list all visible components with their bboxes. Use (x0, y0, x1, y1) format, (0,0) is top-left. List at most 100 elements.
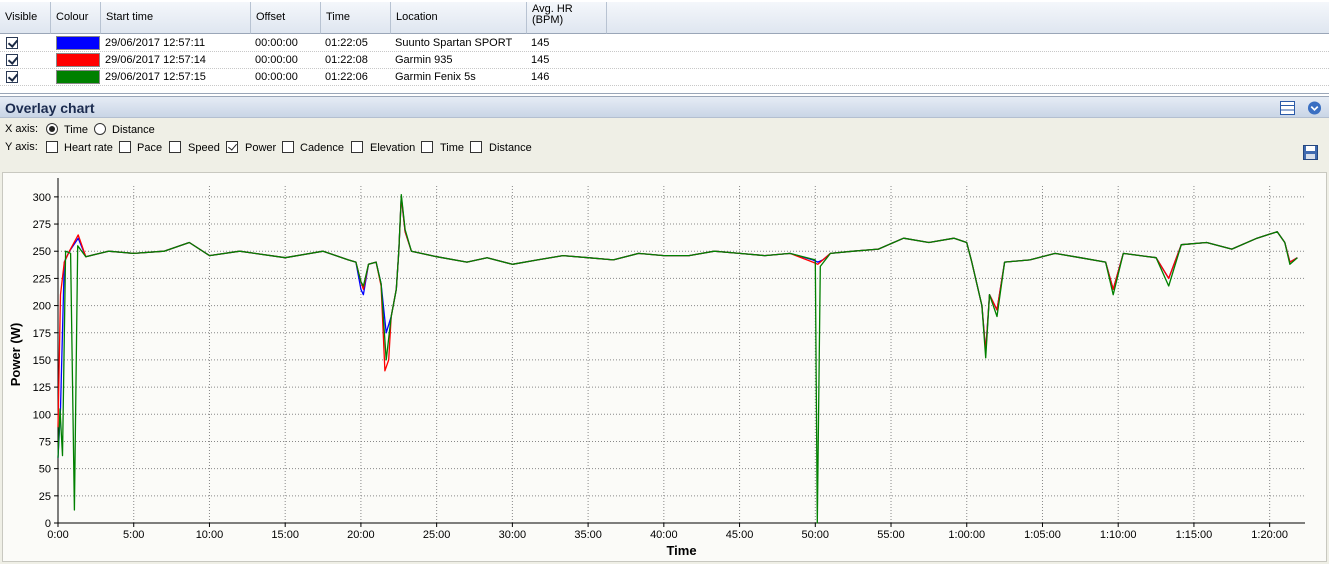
x-tick-label: 30:00 (499, 529, 527, 541)
y-tick-label: 300 (33, 192, 51, 204)
visible-checkbox[interactable] (6, 71, 18, 83)
x-tick-label: 1:20:00 (1251, 529, 1288, 541)
y-heart-rate-checkbox[interactable] (46, 141, 58, 153)
tracks-table: Visible Colour Start time Offset Time Lo… (0, 0, 1329, 94)
y-axis-label: Y axis: (5, 141, 38, 153)
x-tick-label: 55:00 (877, 529, 905, 541)
x-tick-label: 20:00 (347, 529, 375, 541)
offset-cell[interactable]: 00:00:00 (255, 54, 298, 66)
colour-swatch[interactable] (56, 53, 100, 67)
y-elevation-checkbox[interactable] (351, 141, 363, 153)
x-tick-label: 40:00 (650, 529, 678, 541)
offset-cell[interactable]: 00:00:00 (255, 37, 298, 49)
x-axis-time-label[interactable]: Time (64, 124, 88, 136)
x-tick-label: 1:05:00 (1024, 529, 1061, 541)
y-distance-checkbox[interactable] (470, 141, 482, 153)
x-tick-label: 15:00 (271, 529, 299, 541)
offset-cell[interactable]: 00:00:00 (255, 71, 298, 83)
y-power-checkbox[interactable] (226, 141, 238, 153)
overlay-chart[interactable]: 0 25 50 75 100 125 150 175 200 225 250 275 300 0:00 5:… (2, 172, 1327, 562)
y-pace-label[interactable]: Pace (137, 142, 162, 154)
x-tick-label: 1:10:00 (1100, 529, 1137, 541)
y-pace-checkbox[interactable] (119, 141, 131, 153)
start-time-cell: 29/06/2017 12:57:15 (105, 71, 206, 83)
column-header-start-time[interactable]: Start time (101, 2, 251, 34)
table-row[interactable]: 29/06/2017 12:57:14 00:00:00 01:22:08 Garmi… (0, 52, 1329, 69)
time-cell: 01:22:08 (325, 54, 368, 66)
x-tick-label: 25:00 (423, 529, 451, 541)
visible-checkbox[interactable] (6, 37, 18, 49)
table-layout-icon[interactable] (1280, 101, 1295, 115)
x-axis-distance-label[interactable]: Distance (112, 124, 155, 136)
y-speed-label[interactable]: Speed (188, 142, 220, 154)
x-tick-label: 10:00 (196, 529, 224, 541)
x-axis-time-radio[interactable] (46, 123, 58, 135)
x-axis-label: X axis: (5, 123, 39, 135)
header-label: Avg. HR (BPM) (532, 3, 573, 26)
location-cell: Suunto Spartan SPORT (395, 37, 513, 49)
location-cell: Garmin Fenix 5s (395, 71, 476, 83)
series-line-1 (57, 196, 1298, 458)
y-tick-label: 275 (33, 219, 51, 231)
visible-checkbox[interactable] (6, 54, 18, 66)
header-label: Offset (256, 11, 286, 23)
time-cell: 01:22:06 (325, 71, 368, 83)
y-elevation-label[interactable]: Elevation (370, 142, 415, 154)
panel-title-bar: Overlay chart (0, 96, 1329, 118)
column-header-time[interactable]: Time (321, 2, 391, 34)
y-time-label[interactable]: Time (440, 142, 464, 154)
avg-hr-cell: 146 (531, 71, 550, 83)
y-axis-title: Power (W) (8, 323, 23, 387)
column-header-offset[interactable]: Offset (251, 2, 321, 34)
y-time-checkbox[interactable] (421, 141, 433, 153)
y-cadence-checkbox[interactable] (282, 141, 294, 153)
avg-hr-cell: 145 (531, 37, 550, 49)
header-label: Location (396, 11, 438, 23)
table-row[interactable]: 29/06/2017 12:57:15 00:00:00 01:22:06 Garmi… (0, 69, 1329, 86)
overlay-chart-panel: Overlay chart X axis: Time Distance Y ax… (0, 96, 1329, 564)
column-header-visible[interactable]: Visible (0, 2, 51, 34)
header-label: Visible (5, 11, 38, 23)
time-cell: 01:22:05 (325, 37, 368, 49)
y-tick-label: 125 (33, 382, 51, 394)
x-tick-label: 35:00 (574, 529, 602, 541)
header-label: Start time (106, 11, 154, 23)
x-axis-title: Time (666, 543, 696, 558)
x-tick-label: 1:00:00 (948, 529, 985, 541)
save-disk-icon[interactable] (1303, 145, 1318, 160)
panel-title: Overlay chart (5, 100, 95, 116)
collapse-chevron-icon[interactable] (1307, 101, 1322, 115)
column-header-location[interactable]: Location (391, 2, 527, 34)
x-axis-distance-radio[interactable] (94, 123, 106, 135)
y-heart-rate-label[interactable]: Heart rate (64, 142, 113, 154)
avg-hr-cell: 145 (531, 54, 550, 66)
column-header-filler (607, 2, 1329, 34)
series-line-3 (57, 194, 1298, 524)
y-tick-label: 50 (39, 464, 51, 476)
column-header-avg-hr[interactable]: Avg. HR (BPM) (527, 2, 607, 34)
x-tick-label: 0:00 (47, 529, 68, 541)
table-row[interactable]: 29/06/2017 12:57:11 00:00:00 01:22:05 Suunt… (0, 35, 1329, 52)
y-distance-label[interactable]: Distance (489, 142, 532, 154)
y-tick-label: 150 (33, 355, 51, 367)
y-power-label[interactable]: Power (245, 142, 276, 154)
colour-swatch[interactable] (56, 70, 100, 84)
y-cadence-label[interactable]: Cadence (300, 142, 344, 154)
series-line-2 (57, 196, 1298, 428)
power-chart-svg: 02550751001251501752002252502753000:00 5:… (8, 178, 1305, 558)
x-tick-label: 5:00 (123, 529, 144, 541)
y-speed-checkbox[interactable] (169, 141, 181, 153)
y-tick-label: 25 (39, 491, 51, 503)
column-header-colour[interactable]: Colour (51, 2, 101, 34)
y-tick-label: 225 (33, 273, 51, 285)
x-tick-label: 45:00 (726, 529, 754, 541)
y-tick-label: 175 (33, 328, 51, 340)
start-time-cell: 29/06/2017 12:57:11 (105, 37, 206, 49)
y-tick-label: 100 (33, 409, 51, 421)
start-time-cell: 29/06/2017 12:57:14 (105, 54, 206, 66)
colour-swatch[interactable] (56, 36, 100, 50)
y-tick-label: 200 (33, 301, 51, 313)
y-tick-label: 250 (33, 246, 51, 258)
x-tick-label: 1:15:00 (1176, 529, 1213, 541)
y-tick-label: 75 (39, 436, 51, 448)
